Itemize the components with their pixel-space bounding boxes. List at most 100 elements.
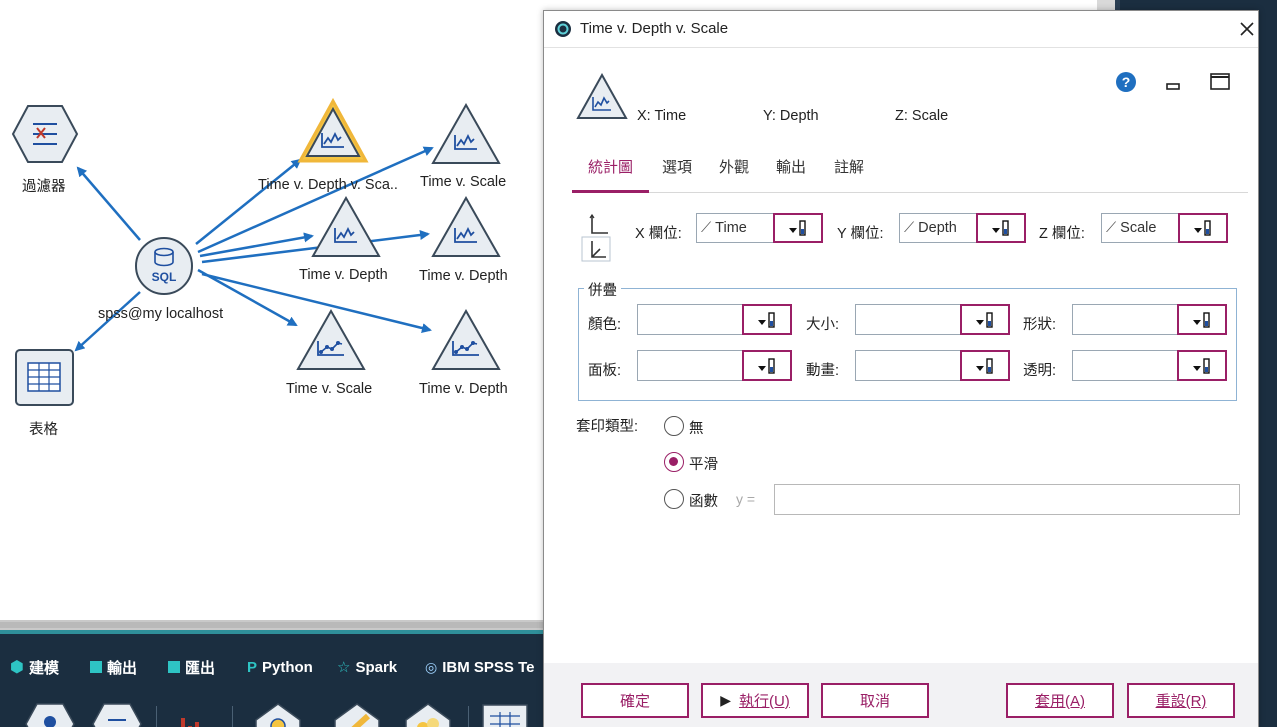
palette-separator bbox=[232, 706, 233, 727]
scrollbar-thumb[interactable] bbox=[0, 622, 545, 628]
multiplot-node-icon[interactable] bbox=[296, 309, 366, 371]
palette-chart-icon[interactable] bbox=[168, 702, 218, 727]
run-button[interactable]: ▶ 執行(U) bbox=[701, 683, 809, 718]
tab-annotations[interactable]: 註解 bbox=[818, 153, 880, 193]
panel-picker-button[interactable] bbox=[742, 350, 792, 381]
database-node-icon[interactable]: SQL bbox=[134, 236, 194, 296]
tab-output[interactable]: 輸出 bbox=[760, 153, 822, 193]
summary-x: X: Time bbox=[637, 108, 687, 124]
cancel-button[interactable]: 取消 bbox=[821, 683, 929, 718]
svg-text:?: ? bbox=[1122, 74, 1131, 90]
star-icon: ☆ bbox=[337, 659, 351, 676]
multiplot-node-label: Time v. Depth bbox=[419, 381, 508, 397]
x-field-value: Time bbox=[715, 220, 747, 236]
palette-filter-icon[interactable] bbox=[92, 702, 142, 727]
field-picker-icon bbox=[1193, 357, 1210, 374]
plot-node-label: Time v. Depth bbox=[299, 267, 388, 283]
plot-node-icon[interactable] bbox=[431, 196, 501, 258]
size-field[interactable] bbox=[855, 304, 961, 335]
ok-button[interactable]: 確定 bbox=[581, 683, 689, 718]
palette-ruler-icon[interactable] bbox=[332, 702, 382, 727]
table-node-label: 表格 bbox=[29, 422, 58, 438]
node-palette: ⬢ 建模 輸出 匯出 P Python ☆ Spark ◎ IBM SPSS Te bbox=[0, 630, 545, 727]
tab-plot[interactable]: 統計圖 bbox=[572, 153, 650, 193]
stream-canvas[interactable]: 過濾器 表格 SQL spss@my localhost Time v. Dep… bbox=[0, 0, 545, 622]
palette-model-icon[interactable] bbox=[253, 702, 303, 727]
overlay-smooth-label: 平滑 bbox=[689, 457, 718, 473]
palette-tab-python[interactable]: P Python bbox=[247, 656, 313, 678]
x-field-box[interactable]: ⟋ Time bbox=[696, 213, 774, 243]
palette-tab-modeling[interactable]: ⬢ 建模 bbox=[10, 656, 59, 678]
animation-label: 動畫: bbox=[806, 363, 840, 379]
transparency-field[interactable] bbox=[1072, 350, 1178, 381]
y-field-value: Depth bbox=[918, 220, 957, 236]
palette-table-icon[interactable] bbox=[480, 702, 530, 727]
filter-node-icon[interactable] bbox=[11, 104, 79, 164]
canvas-horizontal-scrollbar[interactable] bbox=[0, 620, 545, 630]
y-field-picker-button[interactable] bbox=[976, 213, 1026, 243]
palette-tab-export[interactable]: 匯出 bbox=[168, 656, 215, 678]
animation-picker-button[interactable] bbox=[960, 350, 1010, 381]
apply-button-label: 套用(A) bbox=[1035, 693, 1085, 710]
summary-y: Y: Depth bbox=[763, 108, 819, 124]
palette-tab-spark[interactable]: ☆ Spark bbox=[337, 656, 397, 678]
palette-tab-label: 匯出 bbox=[185, 659, 216, 677]
play-icon: ▶ bbox=[720, 692, 731, 708]
background-scroll-stub bbox=[1097, 0, 1115, 10]
transparency-picker-button[interactable] bbox=[1177, 350, 1227, 381]
overlay-legend: 併疊 bbox=[584, 279, 621, 300]
square-icon bbox=[90, 661, 102, 673]
apply-button[interactable]: 套用(A) bbox=[1006, 683, 1114, 718]
y-field-box[interactable]: ⟋ Depth bbox=[899, 213, 977, 243]
filter-node-label: 過濾器 bbox=[22, 179, 66, 195]
field-picker-icon bbox=[1194, 220, 1211, 236]
tab-options[interactable]: 選項 bbox=[646, 153, 708, 193]
palette-node-icon[interactable] bbox=[25, 702, 75, 727]
plot-node-selected-icon[interactable] bbox=[297, 98, 369, 164]
app-logo-icon bbox=[555, 21, 571, 37]
x-field-label: X 欄位: bbox=[635, 226, 682, 242]
tab-appearance[interactable]: 外觀 bbox=[703, 153, 765, 193]
multiplot-node-icon[interactable] bbox=[431, 309, 501, 371]
y-field-label: Y 欄位: bbox=[837, 226, 884, 242]
z-field-picker-button[interactable] bbox=[1178, 213, 1228, 243]
plot-node-label: Time v. Depth bbox=[419, 268, 508, 284]
panel-label: 面板: bbox=[588, 363, 622, 379]
axis-mode-toggle-icon[interactable] bbox=[580, 211, 612, 263]
summary-z: Z: Scale bbox=[895, 108, 949, 124]
color-field[interactable] bbox=[637, 304, 743, 335]
table-node-icon[interactable] bbox=[15, 349, 75, 407]
overlay-smooth-radio[interactable] bbox=[664, 452, 684, 472]
plot-node-selected-label: Time v. Depth v. Sca.. bbox=[258, 177, 398, 193]
minimize-icon[interactable] bbox=[1166, 81, 1180, 91]
plot-node-icon[interactable] bbox=[431, 103, 501, 165]
color-label: 顏色: bbox=[588, 317, 622, 333]
plot-node-icon[interactable] bbox=[311, 196, 381, 258]
overlay-none-radio[interactable] bbox=[664, 416, 684, 436]
size-picker-button[interactable] bbox=[960, 304, 1010, 335]
plot-node-dialog: Time v. Depth v. Scale X: Time Y: Depth … bbox=[543, 10, 1259, 727]
overlay-function-radio[interactable] bbox=[664, 489, 684, 509]
palette-tab-label: IBM SPSS Te bbox=[442, 658, 535, 676]
plot-node-header-icon bbox=[576, 73, 628, 119]
shape-picker-button[interactable] bbox=[1177, 304, 1227, 335]
function-input[interactable] bbox=[774, 484, 1240, 515]
hexagon-icon: ⬢ bbox=[10, 659, 24, 676]
close-icon[interactable] bbox=[1238, 20, 1256, 38]
maximize-icon[interactable] bbox=[1210, 73, 1230, 90]
palette-cluster-icon[interactable] bbox=[403, 702, 453, 727]
color-picker-button[interactable] bbox=[742, 304, 792, 335]
help-icon[interactable]: ? bbox=[1115, 71, 1137, 93]
panel-field[interactable] bbox=[637, 350, 743, 381]
shape-field[interactable] bbox=[1072, 304, 1178, 335]
ok-button-label: 確定 bbox=[619, 693, 650, 710]
z-field-label: Z 欄位: bbox=[1039, 226, 1085, 242]
dialog-titlebar[interactable]: Time v. Depth v. Scale bbox=[544, 11, 1258, 48]
z-field-box[interactable]: ⟋ Scale bbox=[1101, 213, 1179, 243]
animation-field[interactable] bbox=[855, 350, 961, 381]
overlay-type-label: 套印類型: bbox=[576, 419, 639, 435]
reset-button[interactable]: 重設(R) bbox=[1127, 683, 1235, 718]
palette-tab-text-analytics[interactable]: ◎ IBM SPSS Te bbox=[425, 656, 534, 678]
palette-tab-output[interactable]: 輸出 bbox=[90, 656, 137, 678]
x-field-picker-button[interactable] bbox=[773, 213, 823, 243]
